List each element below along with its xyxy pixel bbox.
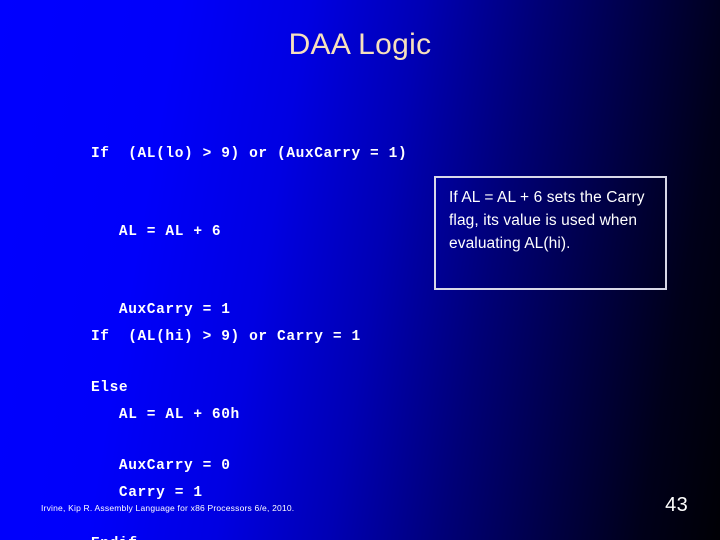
callout-note-box: If AL = AL + 6 sets the Carry flag, its … xyxy=(434,176,667,290)
pseudocode-block-high-nibble: If (AL(hi) > 9) or Carry = 1 AL = AL + 6… xyxy=(91,272,361,540)
page-title: DAA Logic xyxy=(288,28,432,61)
footer-citation: Irvine, Kip R. Assembly Language for x86… xyxy=(41,503,295,513)
code-line: AL = AL + 6 xyxy=(91,224,222,240)
slide-page-number: 43 xyxy=(665,494,688,516)
code-line: AL = AL + 60h xyxy=(91,407,240,423)
callout-note-text: If AL = AL + 6 sets the Carry flag, its … xyxy=(449,189,645,252)
code-line: If (AL(hi) > 9) or Carry = 1 xyxy=(91,329,361,345)
presentation-slide: DAA Logic If (AL(lo) > 9) or (AuxCarry =… xyxy=(0,0,720,540)
code-line: If (AL(lo) > 9) or (AuxCarry = 1) xyxy=(91,146,408,162)
